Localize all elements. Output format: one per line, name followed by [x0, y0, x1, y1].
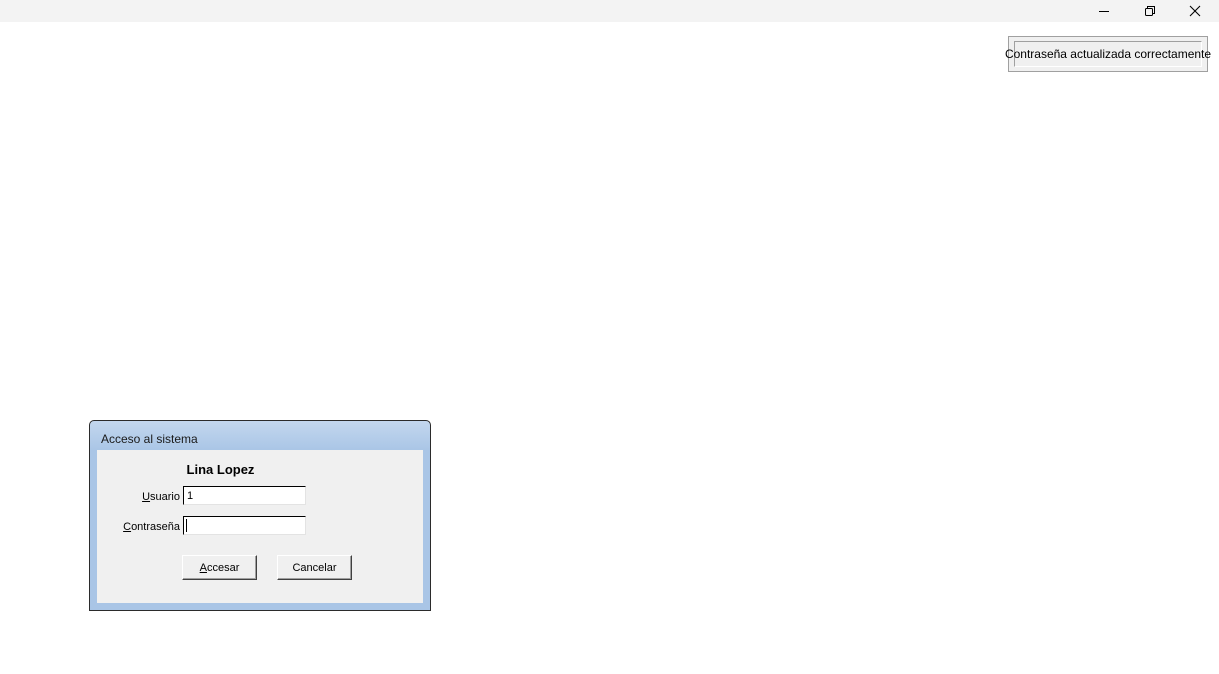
notification-panel: Contraseña actualizada correctamente	[1005, 36, 1211, 72]
text-caret	[186, 519, 187, 532]
usuario-label-mnemonic: U	[142, 491, 151, 503]
dialog-body: Lina Lopez Usuario Contraseña Accesar Ca…	[97, 450, 423, 603]
minimize-icon	[1099, 11, 1109, 12]
usuario-input[interactable]	[183, 486, 306, 505]
cancelar-button[interactable]: Cancelar	[277, 555, 352, 580]
accesar-mnemonic: A	[199, 561, 207, 574]
contrasena-label-mnemonic: C	[123, 521, 132, 533]
contrasena-label: Contraseña	[100, 521, 180, 533]
contrasena-input[interactable]	[183, 516, 306, 535]
restore-icon	[1145, 6, 1155, 16]
restore-button[interactable]	[1127, 0, 1173, 22]
dialog-title: Acceso al sistema	[101, 432, 198, 446]
accesar-label-rest: ccesar	[206, 561, 240, 574]
user-name-heading: Lina Lopez	[186, 462, 255, 477]
close-icon	[1189, 5, 1201, 17]
title-bar	[0, 0, 1219, 22]
minimize-button[interactable]	[1081, 0, 1127, 22]
usuario-label: Usuario	[100, 491, 180, 503]
accesar-button[interactable]: Accesar	[182, 555, 257, 580]
close-button[interactable]	[1172, 0, 1218, 22]
contrasena-label-rest: ontraseña	[131, 521, 180, 533]
usuario-label-rest: suario	[150, 491, 180, 503]
notification-text: Contraseña actualizada correctamente	[1005, 41, 1211, 67]
login-dialog: Acceso al sistema Lina Lopez Usuario Con…	[89, 420, 431, 611]
app-window: Contraseña actualizada correctamente Acc…	[0, 0, 1219, 674]
